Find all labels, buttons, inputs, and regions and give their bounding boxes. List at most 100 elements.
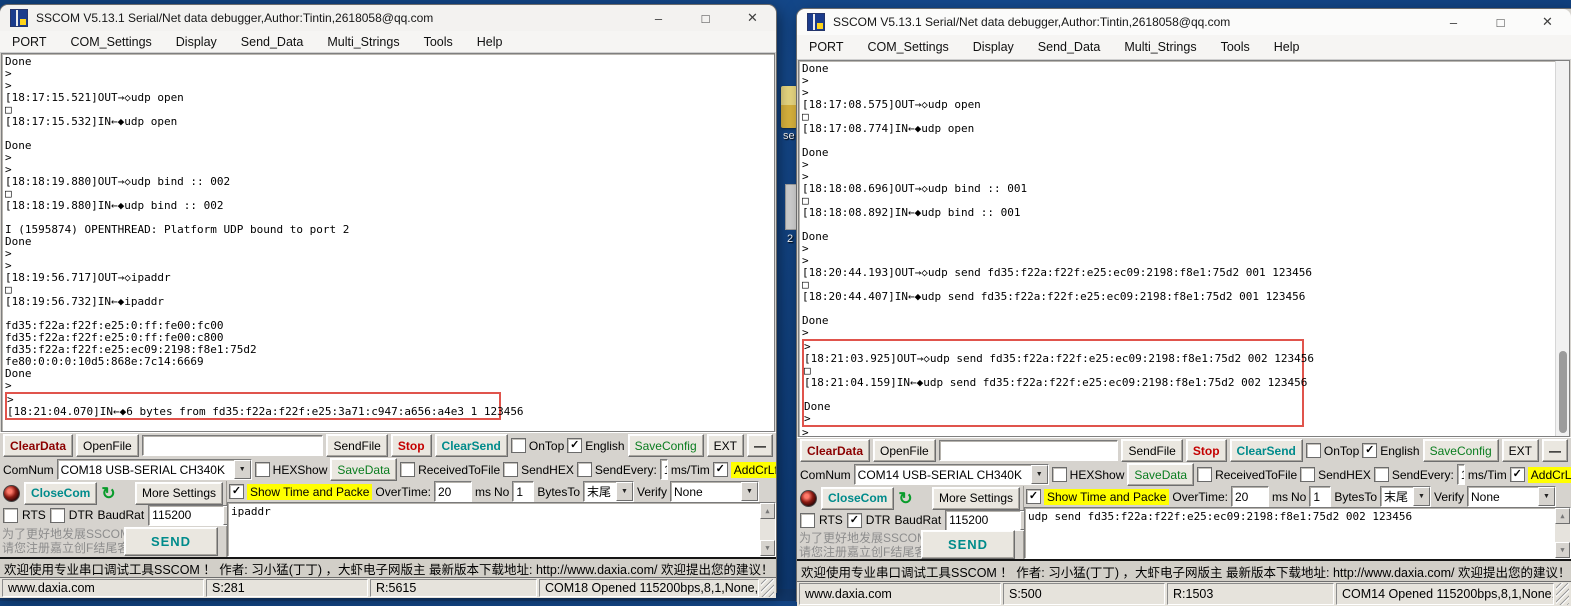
ext-button[interactable]: EXT [707, 434, 744, 457]
sendevery-label[interactable]: SendEvery: [595, 463, 657, 477]
dropdown-arrow-icon[interactable]: ▼ [1031, 465, 1048, 484]
clear-data-button[interactable]: ClearData [3, 434, 73, 457]
ontop-label[interactable]: OnTop [529, 439, 564, 453]
hexshow-checkbox[interactable] [1052, 467, 1067, 482]
save-data-button[interactable]: SaveData [1127, 463, 1194, 486]
save-config-button[interactable]: SaveConfig [1423, 439, 1499, 462]
menu-send-data[interactable]: Send_Data [1038, 40, 1101, 54]
status-website[interactable]: www.daxia.com [799, 583, 1001, 605]
sendevery-checkbox[interactable] [1374, 467, 1389, 482]
addcrlf-checkbox[interactable]: ✓ [1510, 467, 1525, 482]
clear-send-button[interactable]: ClearSend [1230, 439, 1303, 462]
ontop-checkbox[interactable] [511, 438, 526, 453]
hexshow-label[interactable]: HEXShow [273, 463, 328, 477]
stop-button[interactable]: Stop [1186, 439, 1227, 462]
bytes-input[interactable]: 1 [1309, 486, 1331, 507]
rts-checkbox[interactable] [800, 513, 815, 528]
clear-send-button[interactable]: ClearSend [435, 434, 508, 457]
dtr-label[interactable]: DTR [69, 508, 94, 522]
resize-grip[interactable] [1556, 583, 1569, 605]
menu-com-settings[interactable]: COM_Settings [868, 40, 949, 54]
rts-checkbox[interactable] [3, 508, 18, 523]
menu-multi-strings[interactable]: Multi_Strings [327, 35, 399, 49]
maximize-button[interactable]: □ [1477, 9, 1524, 35]
menu-display[interactable]: Display [973, 40, 1014, 54]
receive-log[interactable]: Done > > [18:17:15.521]OUT→◇udp open □ [… [1, 53, 775, 432]
send-interval-input[interactable]: 1000 [1457, 464, 1465, 485]
scroll-up-icon[interactable]: ▲ [760, 503, 775, 519]
com-port-select[interactable]: COM18 USB-SERIAL CH340K ▼ [57, 459, 252, 480]
addcrlf-label[interactable]: AddCrLf [1528, 467, 1571, 483]
status-website[interactable]: www.daxia.com [2, 579, 204, 597]
ext-button[interactable]: EXT [1502, 439, 1539, 462]
close-button[interactable]: ✕ [1524, 9, 1571, 35]
refresh-ports-icon[interactable]: ↻ [898, 490, 912, 507]
menu-port[interactable]: PORT [12, 35, 47, 49]
rts-label[interactable]: RTS [22, 508, 46, 522]
minimize-button[interactable]: – [1430, 9, 1477, 35]
terminal-scrollbar[interactable] [1555, 61, 1569, 436]
sendevery-checkbox[interactable] [577, 462, 592, 477]
collapse-button[interactable]: — [1542, 439, 1568, 462]
dropdown-arrow-icon[interactable]: ▼ [234, 460, 251, 479]
open-file-button[interactable]: OpenFile [873, 439, 936, 462]
bytes-input[interactable]: 1 [512, 481, 534, 502]
menu-display[interactable]: Display [176, 35, 217, 49]
menu-port[interactable]: PORT [809, 40, 844, 54]
english-label[interactable]: English [1380, 444, 1419, 458]
scroll-down-icon[interactable]: ▼ [1555, 542, 1570, 558]
received-to-file-label[interactable]: ReceivedToFile [1215, 468, 1297, 482]
send-text-input[interactable]: ipaddr ▲ ▼ [227, 502, 776, 557]
ontop-label[interactable]: OnTop [1324, 444, 1359, 458]
more-settings-button[interactable]: More Settings [932, 487, 1020, 510]
received-to-file-label[interactable]: ReceivedToFile [418, 463, 500, 477]
desktop-sticky-note-icon[interactable] [781, 86, 797, 128]
show-time-checkbox[interactable]: ✓ [229, 484, 244, 499]
sendhex-checkbox[interactable] [503, 462, 518, 477]
close-button[interactable]: ✕ [729, 5, 776, 31]
dropdown-arrow-icon[interactable]: ▼ [616, 482, 633, 501]
sendevery-label[interactable]: SendEvery: [1392, 468, 1454, 482]
menu-com-settings[interactable]: COM_Settings [71, 35, 152, 49]
close-com-button[interactable]: CloseCom [24, 482, 97, 505]
send-button[interactable]: SEND [921, 530, 1015, 559]
minimize-button[interactable]: – [635, 5, 682, 31]
maximize-button[interactable]: □ [682, 5, 729, 31]
received-to-file-checkbox[interactable] [1197, 467, 1212, 482]
scroll-down-icon[interactable]: ▼ [760, 540, 775, 556]
send-file-button[interactable]: SendFile [326, 434, 387, 457]
sendhex-label[interactable]: SendHEX [1318, 468, 1371, 482]
send-scrollbar[interactable]: ▲ ▼ [760, 503, 775, 556]
split-mode-select[interactable]: 末尾 ▼ [1380, 486, 1431, 507]
send-scrollbar[interactable]: ▲ ▼ [1555, 508, 1570, 558]
english-checkbox[interactable]: ✓ [1362, 443, 1377, 458]
send-file-path-input[interactable] [939, 440, 1119, 461]
resize-grip[interactable] [761, 579, 774, 597]
menu-send-data[interactable]: Send_Data [241, 35, 304, 49]
dropdown-arrow-icon[interactable]: ▼ [1413, 487, 1430, 506]
open-file-button[interactable]: OpenFile [76, 434, 139, 457]
show-time-label[interactable]: Show Time and Packe [247, 484, 372, 500]
addcrlf-label[interactable]: AddCrLf [731, 462, 776, 478]
sendhex-checkbox[interactable] [1300, 467, 1315, 482]
scrollbar-thumb[interactable] [1559, 351, 1567, 433]
addcrlf-checkbox[interactable]: ✓ [713, 462, 728, 477]
dtr-checkbox[interactable]: ✓ [847, 513, 862, 528]
menu-multi-strings[interactable]: Multi_Strings [1124, 40, 1196, 54]
split-mode-select[interactable]: 末尾 ▼ [583, 481, 634, 502]
menu-help[interactable]: Help [477, 35, 503, 49]
dtr-checkbox[interactable] [50, 508, 65, 523]
titlebar[interactable]: SSCOM V5.13.1 Serial/Net data debugger,A… [797, 9, 1571, 35]
sendhex-label[interactable]: SendHEX [521, 463, 574, 477]
receive-log[interactable]: Done > > [18:17:08.575]OUT→◇udp open □ [… [798, 60, 1570, 437]
send-file-button[interactable]: SendFile [1121, 439, 1182, 462]
dropdown-arrow-icon[interactable]: ▼ [741, 482, 758, 501]
english-label[interactable]: English [585, 439, 624, 453]
close-com-button[interactable]: CloseCom [821, 487, 894, 510]
save-data-button[interactable]: SaveData [330, 458, 397, 481]
hexshow-label[interactable]: HEXShow [1070, 468, 1125, 482]
more-settings-button[interactable]: More Settings [135, 482, 223, 505]
stop-button[interactable]: Stop [391, 434, 432, 457]
received-to-file-checkbox[interactable] [400, 462, 415, 477]
collapse-button[interactable]: — [747, 434, 773, 457]
